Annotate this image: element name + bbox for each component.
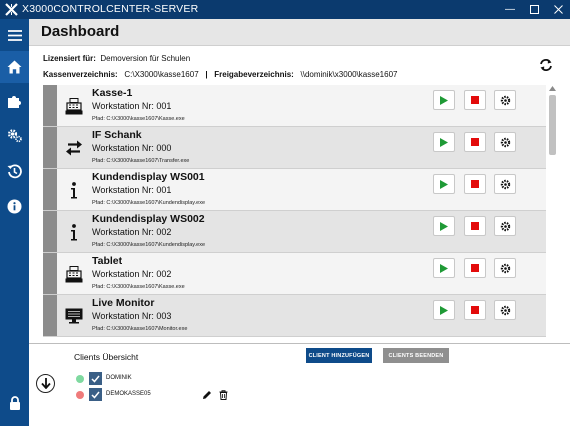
overview-client-item: DOMINIK xyxy=(74,372,294,386)
license-value: Demoversion für Schulen xyxy=(100,54,191,63)
directory-line: Kassenverzeichnis: C:\X3000\kasse1607 | … xyxy=(43,70,397,79)
info-icon xyxy=(63,179,85,201)
scroll-up-icon[interactable] xyxy=(549,86,556,91)
client-path: Pfad: C:\X3000\kasse1607\Kasse.exe xyxy=(92,284,185,290)
overview-client-item: DEMOKASSE05 xyxy=(74,388,294,402)
workstation-number: Workstation Nr: 001 xyxy=(92,101,172,111)
row-stripe xyxy=(43,85,57,126)
close-icon[interactable] xyxy=(546,0,570,19)
stop-button[interactable] xyxy=(464,132,486,152)
transfer-arrows-icon xyxy=(63,137,85,159)
dir-value: C:\X3000\kasse1607 xyxy=(124,70,199,79)
settings-button[interactable] xyxy=(494,132,516,152)
separator: | xyxy=(205,70,208,79)
monitor-icon xyxy=(63,305,85,327)
client-path: Pfad: C:\X3000\kasse1607\Kundendisplay.e… xyxy=(92,200,206,206)
client-path: Pfad: C:\X3000\kasse1607\Kundendisplay.e… xyxy=(92,242,206,248)
license-line: Lizensiert für: Demoversion für Schulen xyxy=(43,54,190,63)
play-button[interactable] xyxy=(433,90,455,110)
scroll-thumb[interactable] xyxy=(549,95,556,155)
app-logo-icon xyxy=(5,3,18,16)
workstation-number: Workstation Nr: 003 xyxy=(92,311,172,321)
list-item: Kundendisplay WS002 Workstation Nr: 002 … xyxy=(43,211,546,253)
license-label: Lizensiert für: xyxy=(43,54,96,63)
client-checkbox[interactable] xyxy=(89,372,102,385)
stop-button[interactable] xyxy=(464,258,486,278)
page-header: Dashboard xyxy=(29,19,570,46)
settings-button[interactable] xyxy=(494,258,516,278)
info-circle-icon[interactable] xyxy=(0,190,29,222)
list-item: Live Monitor Workstation Nr: 003 Pfad: C… xyxy=(43,295,546,337)
share-value: \\dominik\x3000\kasse1607 xyxy=(300,70,398,79)
client-checkbox[interactable] xyxy=(89,388,102,401)
dir-label: Kassenverzeichnis: xyxy=(43,70,118,79)
list-item: Kundendisplay WS001 Workstation Nr: 001 … xyxy=(43,169,546,211)
cash-register-icon xyxy=(63,263,85,285)
minimize-icon[interactable]: — xyxy=(498,0,522,19)
clients-list: Kasse-1 Workstation Nr: 001 Pfad: C:\X30… xyxy=(43,85,546,341)
list-scrollbar[interactable] xyxy=(548,85,556,341)
client-path: Pfad: C:\X3000\kasse1607\Transfer.exe xyxy=(92,158,190,164)
add-client-button[interactable]: CLIENT HINZUFÜGEN xyxy=(306,348,372,363)
settings-button[interactable] xyxy=(494,90,516,110)
share-label: Freigabeverzeichnis: xyxy=(214,70,294,79)
workstation-number: Workstation Nr: 002 xyxy=(92,227,172,237)
play-button[interactable] xyxy=(433,132,455,152)
status-dot-red xyxy=(76,391,84,399)
status-dot-green xyxy=(76,375,84,383)
refresh-icon[interactable] xyxy=(539,58,553,72)
client-name: Kundendisplay WS001 xyxy=(92,171,205,183)
row-stripe xyxy=(43,211,57,252)
puzzle-icon[interactable] xyxy=(0,85,29,117)
settings-button[interactable] xyxy=(494,174,516,194)
client-name: DEMOKASSE05 xyxy=(106,391,151,397)
play-button[interactable] xyxy=(433,216,455,236)
stop-clients-button[interactable]: CLIENTS BEENDEN xyxy=(383,348,449,363)
row-stripe xyxy=(43,253,57,294)
settings-button[interactable] xyxy=(494,300,516,320)
workstation-number: Workstation Nr: 000 xyxy=(92,143,172,153)
settings-button[interactable] xyxy=(494,216,516,236)
lock-icon[interactable] xyxy=(0,387,29,419)
maximize-icon[interactable] xyxy=(522,0,546,19)
row-stripe xyxy=(43,127,57,168)
client-name: IF Schank xyxy=(92,129,142,141)
stop-button[interactable] xyxy=(464,90,486,110)
delete-trash-icon[interactable] xyxy=(217,389,229,401)
client-path: Pfad: C:\X3000\kasse1607\Monitor.exe xyxy=(92,326,188,332)
overview-title: Clients Übersicht xyxy=(74,352,139,362)
client-name: Kundendisplay WS002 xyxy=(92,213,205,225)
menu-hamburger-icon[interactable] xyxy=(0,19,29,51)
list-item: Tablet Workstation Nr: 002 Pfad: C:\X300… xyxy=(43,253,546,295)
play-button[interactable] xyxy=(433,174,455,194)
info-icon xyxy=(63,221,85,243)
row-stripe xyxy=(43,295,57,336)
arrow-down-icon xyxy=(40,378,51,389)
client-name: Live Monitor xyxy=(92,297,155,309)
page-title: Dashboard xyxy=(41,23,120,40)
play-button[interactable] xyxy=(433,258,455,278)
settings-gears-icon[interactable] xyxy=(0,119,29,151)
title-bar: X3000CONTROLCENTER-SERVER — xyxy=(0,0,570,19)
stop-button[interactable] xyxy=(464,300,486,320)
collapse-down-button[interactable] xyxy=(36,374,55,393)
client-name: Kasse-1 xyxy=(92,87,133,99)
stop-button[interactable] xyxy=(464,216,486,236)
list-item: Kasse-1 Workstation Nr: 001 Pfad: C:\X30… xyxy=(43,85,546,127)
play-button[interactable] xyxy=(433,300,455,320)
list-item: IF Schank Workstation Nr: 000 Pfad: C:\X… xyxy=(43,127,546,169)
home-icon[interactable] xyxy=(0,51,29,83)
window-title: X3000CONTROLCENTER-SERVER xyxy=(22,3,199,15)
client-name: Tablet xyxy=(92,255,123,267)
cash-register-icon xyxy=(63,95,85,117)
sidebar xyxy=(0,19,29,426)
client-path: Pfad: C:\X3000\kasse1607\Kasse.exe xyxy=(92,116,185,122)
stop-button[interactable] xyxy=(464,174,486,194)
edit-pencil-icon[interactable] xyxy=(201,389,213,401)
workstation-number: Workstation Nr: 001 xyxy=(92,185,172,195)
workstation-number: Workstation Nr: 002 xyxy=(92,269,172,279)
history-icon[interactable] xyxy=(0,155,29,187)
row-stripe xyxy=(43,169,57,210)
client-name: DOMINIK xyxy=(106,375,132,381)
